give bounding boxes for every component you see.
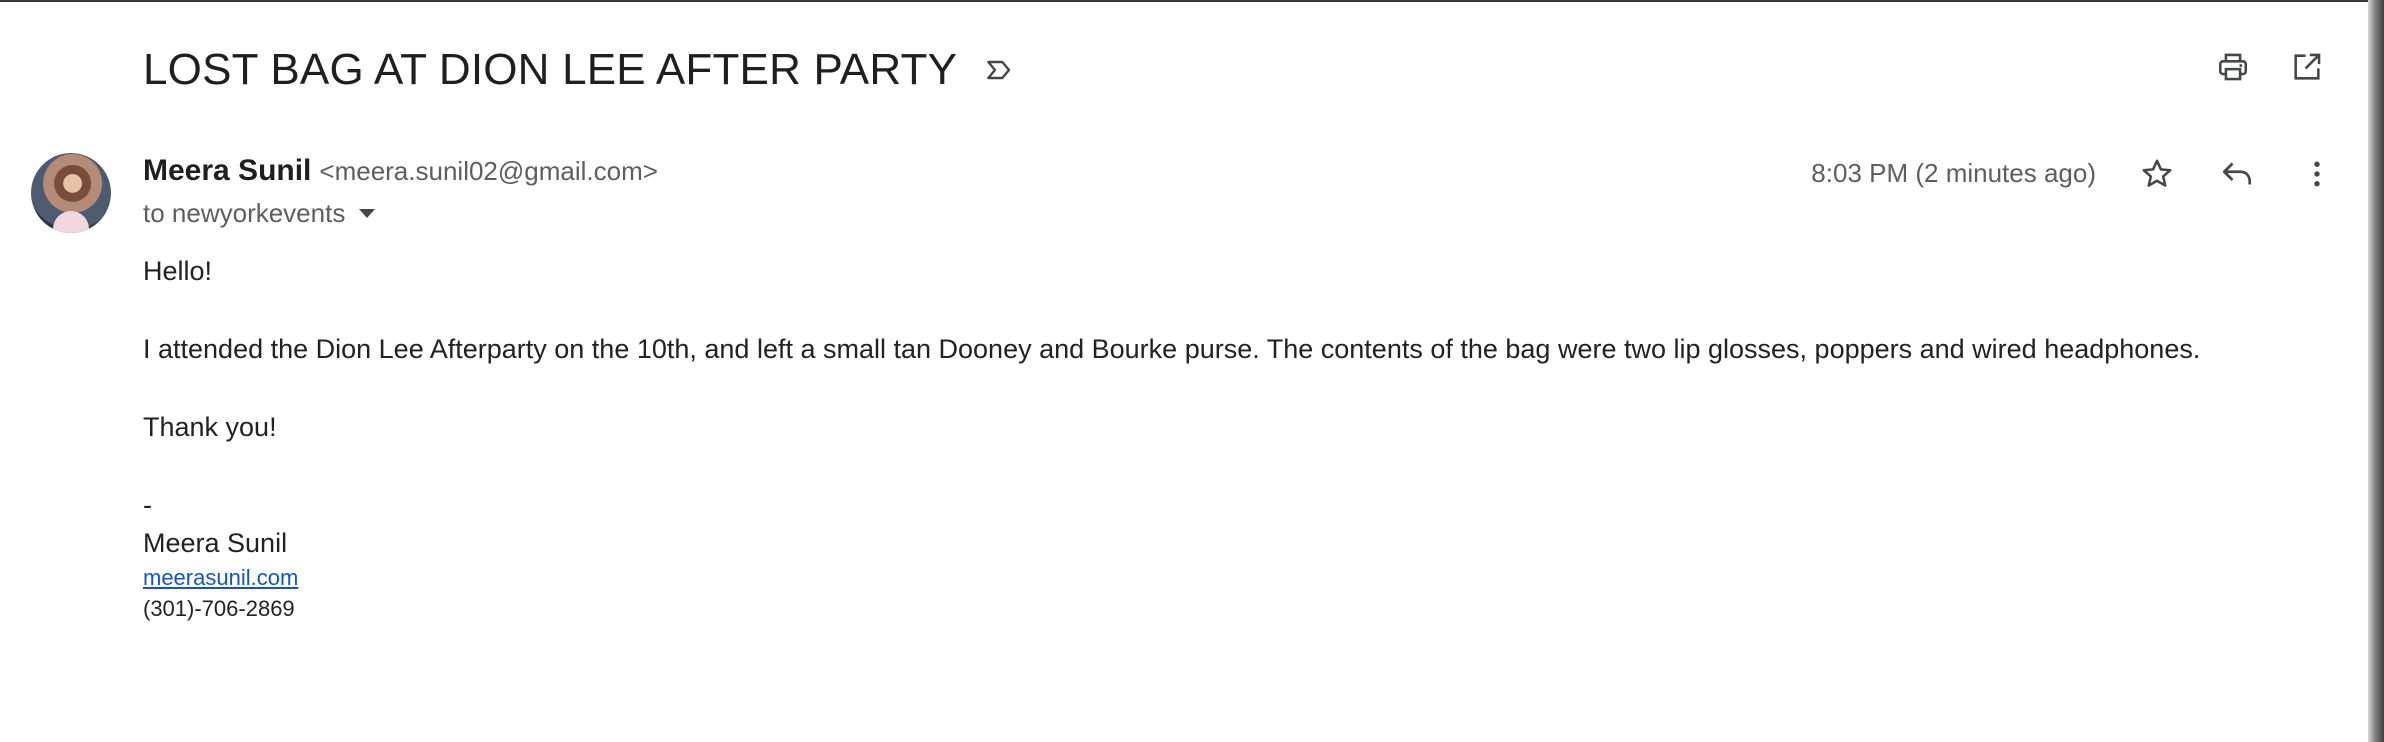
signature-phone: (301)-706-2869 xyxy=(143,596,295,621)
email-timestamp: 8:03 PM (2 minutes ago) xyxy=(1811,158,2096,188)
body-paragraph: I attended the Dion Lee Afterparty on th… xyxy=(143,334,2201,364)
star-icon[interactable] xyxy=(2138,155,2176,193)
sender-line: Meera Sunil <meera.sunil02@gmail.com> xyxy=(143,154,658,188)
signature-name: Meera Sunil xyxy=(143,528,288,558)
recipient-text: to newyorkevents xyxy=(143,198,346,228)
more-vert-icon[interactable] xyxy=(2298,155,2336,193)
sender-name[interactable]: Meera Sunil xyxy=(143,154,311,188)
avatar-photo-detail xyxy=(53,211,89,233)
body-greeting: Hello! xyxy=(143,256,213,286)
reply-icon[interactable] xyxy=(2218,155,2256,193)
thread-actions xyxy=(2214,48,2326,86)
email-body: Hello! I attended the Dion Lee Afterpart… xyxy=(143,252,2200,624)
top-border xyxy=(0,0,2384,2)
sender-avatar[interactable] xyxy=(31,153,111,233)
open-in-new-icon[interactable] xyxy=(2288,48,2326,86)
sender-email: <meera.sunil02@gmail.com> xyxy=(319,156,658,186)
label-important-icon[interactable] xyxy=(981,52,1017,88)
print-icon[interactable] xyxy=(2214,48,2252,86)
window-edge xyxy=(2368,0,2384,742)
email-subject: LOST BAG AT DION LEE AFTER PARTY xyxy=(143,45,958,94)
subject-row: LOST BAG AT DION LEE AFTER PARTY xyxy=(143,40,1017,100)
signature-website-link[interactable]: meerasunil.com xyxy=(143,562,2200,594)
message-actions xyxy=(2138,155,2336,193)
body-closing: Thank you! xyxy=(143,412,277,442)
chevron-down-icon[interactable] xyxy=(359,209,376,218)
recipient-line: to newyorkevents xyxy=(143,198,376,229)
signature-dash: - xyxy=(143,490,152,520)
